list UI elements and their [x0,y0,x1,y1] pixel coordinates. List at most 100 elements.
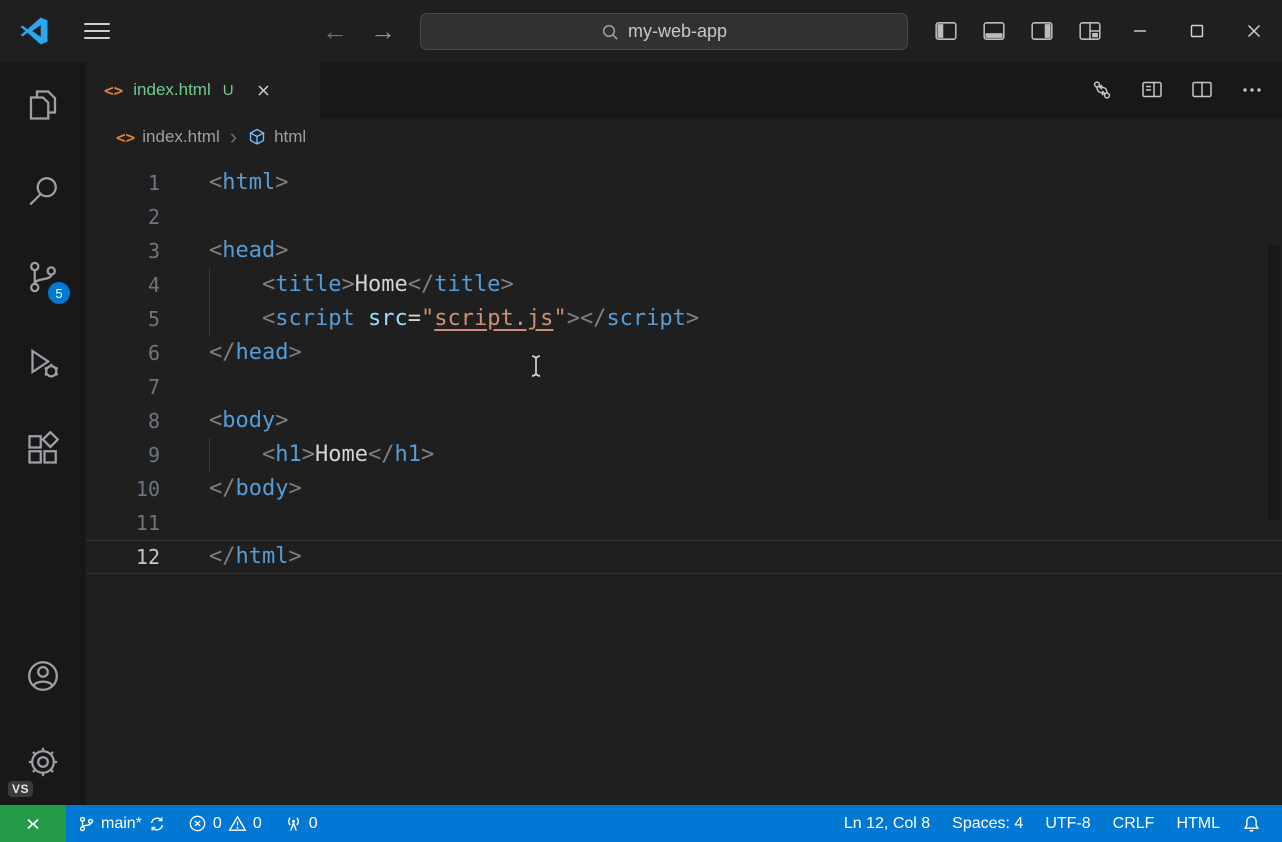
code-line-11[interactable]: 11 [86,506,1282,540]
code-line-12[interactable]: 12 </html> [86,540,1282,574]
code-text: <body> [160,404,288,438]
token-o: = [408,306,421,331]
toggle-secondary-sidebar-icon[interactable] [1030,19,1054,43]
token-p: > [275,408,288,433]
more-actions-icon[interactable] [1240,78,1264,102]
code-text: <script src="script.js"></script> [160,302,699,336]
line-number[interactable]: 5 [86,302,160,336]
code-line-1[interactable]: 1<html> [86,166,1282,200]
language-mode[interactable]: HTML [1165,805,1231,842]
menu-hamburger-icon[interactable] [84,23,110,39]
line-number[interactable]: 10 [86,472,160,506]
line-number[interactable]: 2 [86,200,160,234]
close-icon[interactable] [1225,0,1282,62]
maximize-icon[interactable] [1168,0,1225,62]
cursor-position[interactable]: Ln 12, Col 8 [833,805,941,842]
open-changes-icon[interactable] [1090,78,1114,102]
code-line-6[interactable]: 6</head> [86,336,1282,370]
code-text: <head> [160,234,288,268]
account-icon [25,658,61,694]
token-p: > [421,442,434,467]
line-number[interactable]: 1 [86,166,160,200]
command-center-search[interactable]: my-web-app [420,13,908,50]
problems-status[interactable]: 0 0 [177,805,273,842]
open-preview-icon[interactable] [1140,78,1164,102]
token-p: </ [209,544,236,569]
encoding-label: UTF-8 [1045,815,1090,833]
window-controls [1111,0,1282,62]
code-line-2[interactable]: 2 [86,200,1282,234]
tab-label: index.html [133,80,210,100]
sidebar-item-run-debug[interactable] [0,320,86,406]
toggle-sidebar-icon[interactable] [934,19,958,43]
search-icon [601,23,619,41]
encoding-status[interactable]: UTF-8 [1034,805,1101,842]
token-p: </ [209,340,236,365]
bell-icon [1242,814,1261,833]
code-line-5[interactable]: 5 <script src="script.js"></script> [86,302,1282,336]
line-number[interactable]: 9 [86,438,160,472]
code-line-4[interactable]: 4 <title>Home</title> [86,268,1282,302]
line-number[interactable]: 3 [86,234,160,268]
customize-layout-icon[interactable] [1078,19,1102,43]
line-number[interactable]: 11 [86,506,160,540]
code-line-3[interactable]: 3<head> [86,234,1282,268]
sidebar-item-source-control[interactable]: 5 [0,234,86,320]
code-line-7[interactable]: 7 [86,370,1282,404]
sidebar-item-search[interactable] [0,148,86,234]
vscode-window: { "titlebar": { "search_value": "my-web-… [0,0,1282,842]
sidebar-item-explorer[interactable] [0,62,86,148]
navigate-forward-icon[interactable]: → [366,13,400,49]
line-number[interactable]: 6 [86,336,160,370]
token-p: < [262,306,275,331]
navigate-back-icon[interactable]: ← [318,13,352,49]
branch-status[interactable]: main* [66,805,177,842]
token-p: > [500,272,513,297]
line-number[interactable]: 7 [86,370,160,404]
ports-status[interactable]: 0 [273,805,329,842]
line-number[interactable]: 4 [86,268,160,302]
sidebar-item-manage[interactable]: VS [0,719,86,805]
notifications-bell[interactable] [1231,805,1272,842]
remote-indicator[interactable] [0,805,66,842]
sidebar-item-extensions[interactable] [0,406,86,492]
token-t: h1 [394,442,421,467]
minimize-icon[interactable] [1111,0,1168,62]
code-line-10[interactable]: 10</body> [86,472,1282,506]
search-value: my-web-app [628,21,727,42]
breadcrumb-symbol[interactable]: html [247,127,306,147]
tab-index-html[interactable]: <> index.html U [86,62,320,118]
split-editor-icon[interactable] [1190,78,1214,102]
token-p: > [288,544,301,569]
tab-close-icon[interactable] [252,78,276,102]
toggle-panel-icon[interactable] [982,19,1006,43]
token-l: script.js [434,306,553,331]
indentation-status[interactable]: Spaces: 4 [941,805,1034,842]
sidebar-item-accounts[interactable] [0,633,86,719]
line-number[interactable]: 12 [86,540,160,574]
token-p: </ [368,442,395,467]
language-label: HTML [1176,815,1220,833]
token-p: > [275,170,288,195]
vscode-logo-icon [19,16,49,46]
code-line-9[interactable]: 9 <h1>Home</h1> [86,438,1282,472]
line-number[interactable]: 8 [86,404,160,438]
code-editor[interactable]: 1<html>23<head>4 <title>Home</title>5 <s… [86,156,1282,805]
eol-status[interactable]: CRLF [1102,805,1166,842]
token-t: head [222,238,275,263]
error-count: 0 [213,815,222,833]
tab-bar: <> index.html U [86,62,1282,118]
scrollbar[interactable] [1268,245,1280,520]
token-x: Home [355,272,408,297]
token-p: </ [408,272,435,297]
token-t: html [236,544,289,569]
token-p: > [567,306,580,331]
code-line-8[interactable]: 8<body> [86,404,1282,438]
html-file-icon: <> [104,81,123,100]
editor-group: <> index.html U [86,62,1282,805]
token-p: </ [209,476,236,501]
token-p: < [209,238,222,263]
warning-count: 0 [253,815,262,833]
token-p: > [341,272,354,297]
breadcrumb-file[interactable]: <> index.html [116,127,220,147]
